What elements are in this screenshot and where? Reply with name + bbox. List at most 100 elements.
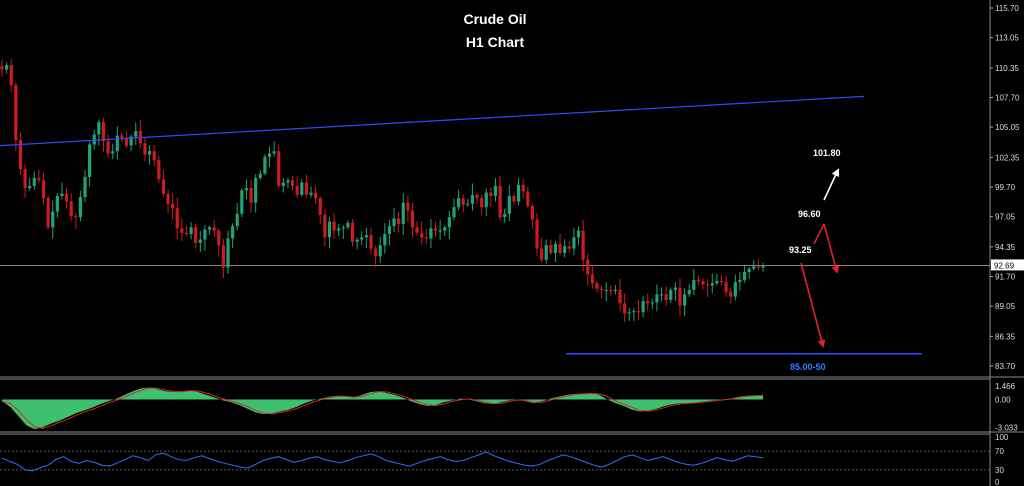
rsi-line — [1, 451, 764, 472]
candle-body — [184, 232, 189, 234]
candle-body — [14, 85, 18, 141]
candle-body — [752, 266, 756, 269]
candle-body — [281, 182, 285, 186]
candle-body — [115, 135, 119, 152]
candle-body — [198, 239, 202, 243]
candle-body — [378, 245, 382, 257]
projection-arrow-down — [823, 223, 840, 274]
candle-body — [323, 214, 327, 238]
candle-body — [369, 235, 373, 249]
candle-body — [101, 122, 106, 142]
candle-body — [489, 192, 493, 196]
price-tick-label: 89.05 — [995, 302, 1016, 311]
candle-body — [719, 280, 724, 283]
candle-body — [267, 153, 272, 157]
candle-body — [618, 289, 622, 304]
candle-body — [567, 246, 571, 249]
candle-body — [28, 185, 32, 189]
candle-body — [558, 244, 562, 254]
candle-body — [729, 292, 733, 297]
candle-body — [401, 202, 405, 224]
price-tick-label: 94.35 — [995, 243, 1016, 252]
candle-body — [37, 178, 41, 181]
candle-body — [613, 289, 618, 292]
candle-body — [341, 227, 345, 229]
candle-body — [521, 184, 525, 192]
candle-body — [55, 195, 59, 212]
candle-body — [258, 173, 262, 179]
candle-body — [526, 191, 530, 207]
candle-body — [678, 287, 682, 306]
candle-body — [51, 211, 55, 228]
candle-body — [636, 311, 641, 313]
price-chart: 115.70 113.05 110.35 107.70 105.05 102.35 99.7… — [0, 0, 1024, 486]
macd-tick-label: -3.033 — [995, 424, 1018, 433]
candle-body — [143, 143, 147, 155]
candle-body — [682, 294, 687, 306]
candle-body — [88, 144, 92, 177]
candle-body — [134, 131, 138, 137]
candle-body — [503, 213, 507, 218]
candle-body — [669, 289, 673, 300]
candle-body — [327, 221, 332, 238]
candle-body — [254, 178, 258, 203]
candle-body — [231, 226, 235, 239]
candle-body — [360, 237, 364, 240]
annotation-label: 93.25 — [789, 245, 812, 255]
candle-body — [350, 222, 355, 242]
candle-body — [207, 227, 212, 230]
candle-body — [60, 193, 64, 196]
candle-body — [240, 190, 244, 214]
candle-body — [466, 203, 470, 205]
candle-body — [433, 228, 438, 231]
candle-body — [756, 266, 760, 268]
candle-body — [212, 227, 216, 231]
price-tick-label: 86.35 — [995, 332, 1016, 341]
candle-body — [710, 283, 714, 286]
candle-body — [507, 195, 511, 214]
candle-body — [581, 230, 585, 260]
candle-body — [5, 65, 9, 70]
candle-body — [290, 180, 295, 186]
candle-body — [217, 230, 221, 246]
candle-body — [364, 235, 368, 238]
candle-body — [595, 283, 599, 289]
candle-body — [286, 180, 290, 183]
rsi-tick-label: 0 — [995, 478, 1000, 486]
candle-body — [530, 206, 534, 220]
candle-body — [549, 245, 553, 254]
price-tick-label: 102.35 — [995, 153, 1020, 162]
price-tick-label: 113.05 — [995, 34, 1019, 43]
candle-body — [738, 279, 742, 283]
candle-body — [9, 65, 13, 86]
candle-body — [480, 198, 484, 208]
candle-body — [498, 185, 502, 218]
candle-body — [572, 237, 576, 249]
price-tick-label: 107.70 — [995, 94, 1020, 103]
candle-body — [576, 230, 581, 238]
candle-body — [46, 198, 50, 228]
candle-body — [604, 289, 608, 291]
candle-body — [244, 188, 249, 191]
projection-arrow-segment — [813, 223, 825, 245]
candle-body — [599, 288, 604, 290]
candle-body — [447, 217, 451, 228]
price-tick-label: 97.05 — [995, 213, 1016, 222]
candle-body — [632, 311, 636, 313]
candle-body — [406, 202, 410, 211]
candle-body — [443, 227, 447, 231]
candle-body — [420, 232, 424, 238]
candle-body — [166, 193, 170, 204]
candle-body — [641, 301, 645, 313]
rsi-tick-label: 30 — [995, 466, 1004, 475]
candle-body — [724, 282, 728, 293]
candle-body — [120, 135, 124, 138]
candle-body — [111, 151, 115, 154]
rsi-tick-label: 100 — [995, 433, 1009, 442]
candle-body — [194, 227, 198, 243]
candle-body — [516, 184, 521, 202]
candle-body — [733, 282, 737, 297]
candle-body — [484, 192, 488, 208]
candle-body — [157, 160, 161, 180]
candle-body — [373, 248, 378, 257]
